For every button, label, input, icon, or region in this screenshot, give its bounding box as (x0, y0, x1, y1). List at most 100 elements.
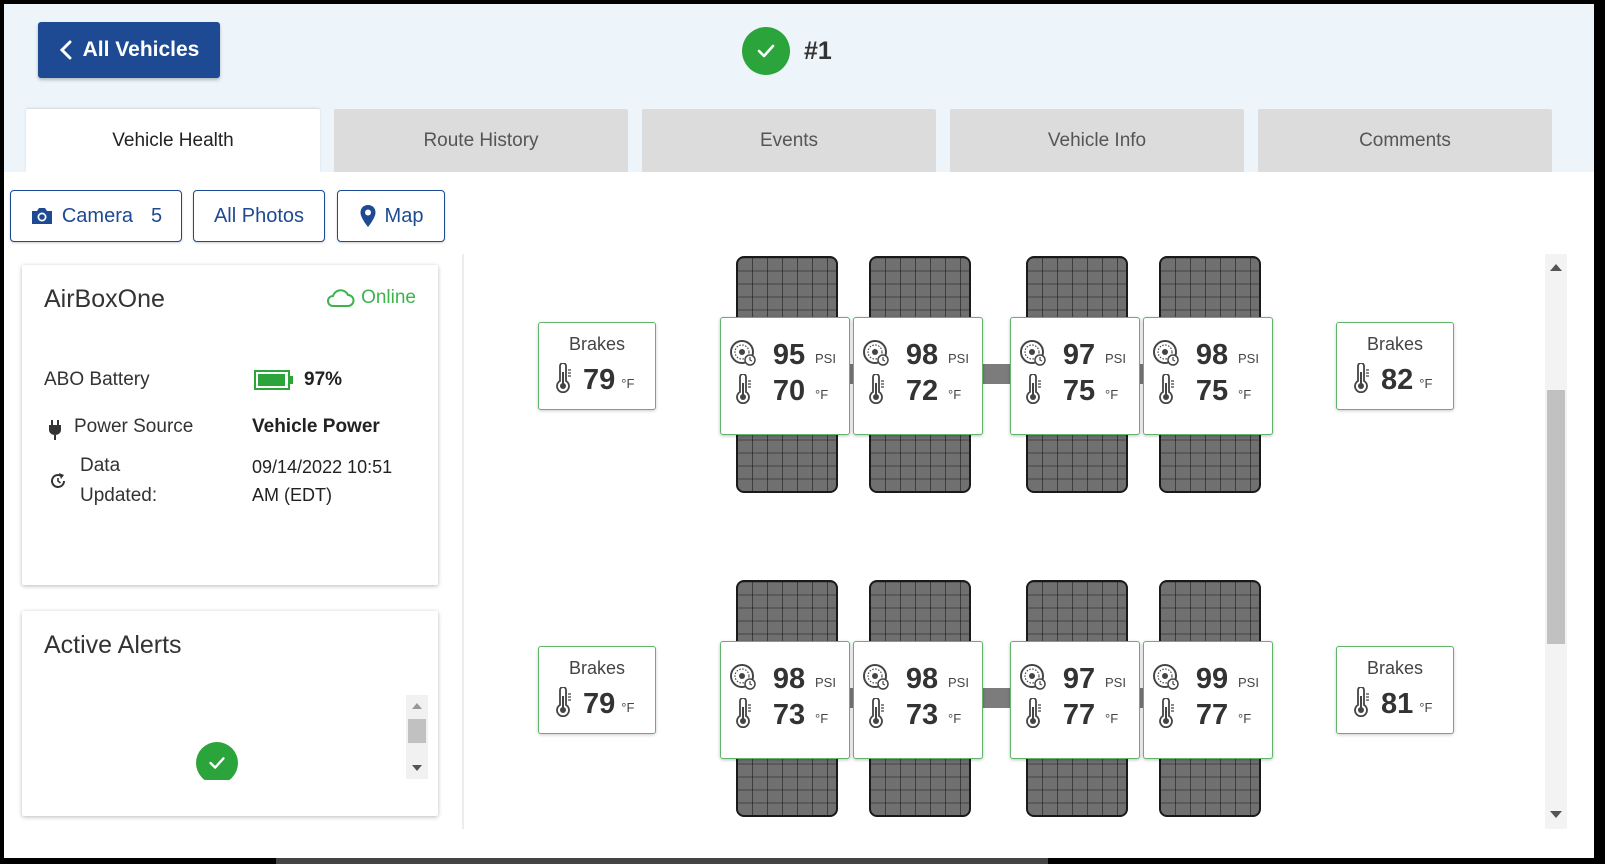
brake-label: Brakes (568, 334, 626, 354)
brake-right-box[interactable]: Brakes 81 °F (1336, 646, 1454, 734)
temp-unit: °F (621, 376, 635, 391)
pressure-row: 97 PSI (1019, 338, 1126, 372)
brake-temp-row: 82 °F (1351, 362, 1432, 398)
temperature-row: 73 °F (866, 696, 961, 733)
pressure-row: 99 PSI (1152, 662, 1259, 696)
pressure-value: 98 (905, 662, 939, 695)
tire-reading-box[interactable]: 97 PSI 77 °F (1010, 641, 1140, 759)
tab-events[interactable]: Events (642, 109, 936, 172)
thermometer-icon (553, 362, 573, 398)
pressure-gauge-icon (729, 339, 757, 372)
updated-value-line2: AM (EDT) (252, 485, 332, 505)
brake-temp-value: 79 (583, 364, 616, 396)
tire-temp-value: 70 (772, 374, 806, 407)
pressure-value: 97 (1062, 338, 1096, 371)
alerts-scroll-thumb[interactable] (408, 719, 426, 743)
map-pin-icon (360, 205, 376, 227)
main-scroll-thumb[interactable] (1547, 390, 1565, 644)
pressure-gauge-icon (862, 339, 890, 372)
brake-right-box[interactable]: Brakes 82 °F (1336, 322, 1454, 410)
scroll-up-icon[interactable] (412, 703, 422, 709)
pressure-row: 98 PSI (862, 662, 969, 696)
brake-left-box[interactable]: Brakes 79 °F (538, 322, 656, 410)
pressure-row: 98 PSI (1152, 338, 1259, 372)
pressure-unit: PSI (815, 674, 836, 690)
tire-reading-box[interactable]: 99 PSI 77 °F (1143, 641, 1273, 759)
brake-left-box[interactable]: Brakes 79 °F (538, 646, 656, 734)
all-photos-button[interactable]: All Photos (193, 190, 325, 242)
tire-reading-box[interactable]: 98 PSI 73 °F (720, 641, 850, 759)
tire-temp-value: 77 (1195, 698, 1229, 731)
temperature-row: 75 °F (1023, 372, 1118, 409)
pressure-unit: PSI (1238, 674, 1259, 690)
map-label: Map (384, 204, 424, 227)
brake-label: Brakes (1366, 658, 1424, 678)
tire-temp-value: 73 (905, 698, 939, 731)
tab-vehicle-health[interactable]: Vehicle Health (26, 109, 320, 172)
tab-vehicle-info[interactable]: Vehicle Info (950, 109, 1244, 172)
thermometer-icon (1351, 362, 1371, 398)
vehicle-status: #1 (742, 26, 832, 76)
tire-reading-box[interactable]: 98 PSI 72 °F (853, 317, 983, 435)
pressure-row: 97 PSI (1019, 662, 1126, 696)
refresh-icon (51, 473, 65, 488)
pressure-value: 98 (1195, 338, 1229, 371)
tab-comments[interactable]: Comments (1258, 109, 1552, 172)
thermometer-icon (866, 696, 886, 733)
status-ok-icon (742, 27, 790, 75)
power-label: Power Source (74, 416, 194, 437)
tire-reading-box[interactable]: 95 PSI 70 °F (720, 317, 850, 435)
pressure-value: 98 (772, 662, 806, 695)
scroll-down-icon[interactable] (412, 765, 422, 771)
all-vehicles-button[interactable]: All Vehicles (38, 22, 220, 78)
all-vehicles-label: All Vehicles (82, 38, 200, 61)
brake-temp-value: 82 (1381, 364, 1414, 396)
temp-unit: °F (621, 700, 635, 715)
tire-temp-value: 77 (1062, 698, 1096, 731)
thermometer-icon (1351, 686, 1371, 722)
temp-unit: °F (815, 386, 829, 402)
temp-unit: °F (815, 710, 829, 726)
tab-route-history[interactable]: Route History (334, 109, 628, 172)
map-button[interactable]: Map (337, 190, 445, 242)
pressure-row: 95 PSI (729, 338, 836, 372)
pressure-unit: PSI (948, 350, 969, 366)
main-scroll-down-icon[interactable] (1550, 810, 1562, 820)
no-alerts-check-icon (196, 742, 238, 780)
camera-icon (31, 208, 52, 224)
app-window: All Vehicles #1 Vehicle Health Route His… (4, 4, 1594, 858)
thermometer-icon (1023, 372, 1043, 409)
pressure-gauge-icon (729, 663, 757, 696)
pressure-unit: PSI (1105, 674, 1126, 690)
pressure-gauge-icon (862, 663, 890, 696)
temp-unit: °F (1105, 710, 1119, 726)
temperature-row: 77 °F (1156, 696, 1252, 732)
online-status: Online (325, 287, 416, 309)
main-scrollbar[interactable] (1545, 254, 1567, 829)
tab-bar: Vehicle Health Route History Events Vehi… (26, 109, 1594, 172)
brake-temp-row: 81 °F (1351, 686, 1432, 722)
tire-temp-value: 73 (772, 698, 806, 731)
active-alerts-card: Active Alerts (22, 611, 438, 816)
brake-temp-row: 79 °F (553, 686, 635, 722)
brake-temp-row: 79 °F (553, 362, 635, 398)
tire-reading-box[interactable]: 98 PSI 75 °F (1143, 317, 1273, 435)
active-alerts-title: Active Alerts (44, 631, 182, 659)
battery-icon (254, 370, 293, 390)
camera-label: Camera (61, 204, 133, 227)
main-scroll-up-icon[interactable] (1550, 262, 1562, 272)
thermometer-icon (553, 686, 573, 722)
pressure-value: 99 (1195, 662, 1229, 695)
pressure-unit: PSI (1238, 350, 1259, 366)
camera-count: 5 (151, 204, 163, 227)
temp-unit: °F (1238, 710, 1252, 726)
camera-button[interactable]: Camera 5 (10, 190, 182, 242)
alerts-scrollbar[interactable] (406, 695, 428, 779)
updated-label-line1: Data (80, 455, 121, 476)
tire-reading-box[interactable]: 97 PSI 75 °F (1010, 317, 1140, 435)
updated-value-line1: 09/14/2022 10:51 (252, 457, 393, 477)
tire-reading-box[interactable]: 98 PSI 73 °F (853, 641, 983, 759)
panel-divider (462, 254, 464, 829)
pressure-gauge-icon (1152, 339, 1180, 372)
device-name: AirBoxOne (44, 285, 165, 313)
